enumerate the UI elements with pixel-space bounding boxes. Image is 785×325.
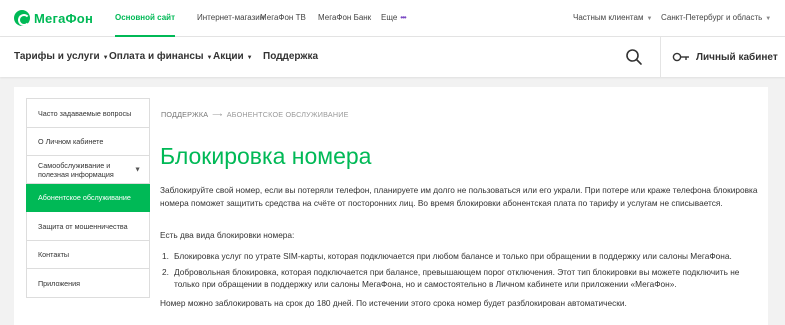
sidebar-item-contacts[interactable]: Контакты [26, 241, 150, 269]
region-label: Санкт-Петербург и область [661, 13, 763, 22]
sidebar-item-subscriber-service[interactable]: Абонентское обслуживание [26, 184, 150, 212]
sidebar-item-apps[interactable]: Приложения [26, 269, 150, 298]
list-number: 2. [162, 266, 169, 277]
toplink-more[interactable]: Еще ••• [381, 13, 407, 22]
megafon-logo[interactable]: МегаФон [14, 9, 93, 27]
chevron-down-icon: ▼ [246, 55, 253, 61]
toplink-megafon-tv[interactable]: МегаФон ТВ [260, 13, 306, 22]
toplink-more-label: Еще [381, 13, 398, 22]
page-title: Блокировка номера [160, 143, 372, 169]
breadcrumb-current: АБОНЕНТСКОЕ ОБСЛУЖИВАНИЕ [226, 110, 349, 119]
toplink-megafon-bank[interactable]: МегаФон Банк [318, 13, 371, 22]
region-selector[interactable]: Санкт-Петербург и область ▼ [661, 13, 771, 22]
chevron-down-icon: ▼ [646, 16, 653, 22]
term-paragraph: Номер можно заблокировать на срок до 180… [160, 298, 627, 308]
breadcrumb-support[interactable]: ПОДДЕРЖКА [161, 110, 208, 119]
logo-text: МегаФон [34, 10, 93, 26]
personal-cabinet-button[interactable]: Личный кабинет [672, 49, 778, 65]
toplink-main-site[interactable]: Основной сайт [115, 13, 175, 37]
list-number: 1. [162, 251, 169, 261]
nav-promotions[interactable]: Акции ▼ [213, 51, 253, 62]
block-types-list: 1. Блокировка услуг по утрате SIM-карты,… [160, 250, 760, 294]
key-icon [672, 52, 689, 62]
list-item-text: Блокировка услуг по утрате SIM-карты, ко… [174, 251, 732, 261]
types-heading: Есть два вида блокировки номера: [160, 230, 295, 240]
nav-promotions-label: Акции [213, 51, 244, 62]
more-dots-icon: ••• [400, 13, 406, 22]
nav-tariffs-label: Тарифы и услуги [14, 51, 100, 62]
segment-selector[interactable]: Частным клиентам ▼ [573, 13, 652, 22]
sidebar-item-label: Контакты [38, 250, 70, 259]
chevron-down-icon: ▼ [206, 55, 213, 61]
search-icon [626, 49, 642, 65]
nav-payments[interactable]: Оплата и финансы ▼ [109, 51, 213, 62]
sidebar-item-label: Защита от мошенничества [38, 221, 128, 231]
sidebar-item-self-service[interactable]: Самообслуживание и полезная информация ▼ [26, 156, 150, 184]
chevron-down-icon: ▼ [134, 166, 141, 173]
chevron-down-icon: ▼ [102, 55, 109, 61]
chevron-down-icon: ▼ [765, 16, 772, 22]
search-button[interactable] [622, 45, 646, 69]
segment-label: Частным клиентам [573, 13, 644, 22]
intro-paragraph: Заблокируйте свой номер, если вы потерял… [160, 185, 758, 208]
personal-cabinet-label: Личный кабинет [696, 51, 778, 63]
sidebar-item-label: Часто задаваемые вопросы [38, 108, 132, 118]
support-sidebar: Часто задаваемые вопросы О Личном кабине… [26, 98, 150, 298]
list-item: 2. Добровольная блокировка, которая подк… [160, 266, 760, 291]
list-item-text: Добровольная блокировка, которая подключ… [174, 266, 740, 290]
top-utility-bar: МегаФон Основной сайт Интернет-магазин М… [0, 0, 785, 37]
breadcrumb: ПОДДЕРЖКА ⟶ АБОНЕНТСКОЕ ОБСЛУЖИВАНИЕ [161, 110, 349, 119]
toplink-online-store[interactable]: Интернет-магазин [197, 13, 264, 22]
list-item: 1. Блокировка услуг по утрате SIM-карты,… [160, 250, 760, 263]
sidebar-item-label: О Личном кабинете [38, 137, 104, 146]
nav-support[interactable]: Поддержка [263, 51, 318, 62]
navbar-divider [660, 37, 661, 77]
main-navbar: Тарифы и услуги ▼ Оплата и финансы ▼ Акции… [0, 37, 785, 77]
sidebar-item-label: Абонентское обслуживание [38, 193, 131, 202]
sidebar-item-faq[interactable]: Часто задаваемые вопросы [26, 98, 150, 128]
megafon-logo-icon [14, 10, 30, 26]
sidebar-item-label: Самообслуживание и полезная информация [38, 160, 114, 179]
nav-tariffs[interactable]: Тарифы и услуги ▼ [14, 51, 109, 62]
sidebar-item-fraud-protection[interactable]: Защита от мошенничества [26, 212, 150, 241]
arrow-right-icon: ⟶ [212, 110, 223, 119]
nav-payments-label: Оплата и финансы [109, 51, 204, 62]
sidebar-item-personal-cabinet[interactable]: О Личном кабинете [26, 128, 150, 156]
sidebar-item-label: Приложения [38, 278, 81, 288]
